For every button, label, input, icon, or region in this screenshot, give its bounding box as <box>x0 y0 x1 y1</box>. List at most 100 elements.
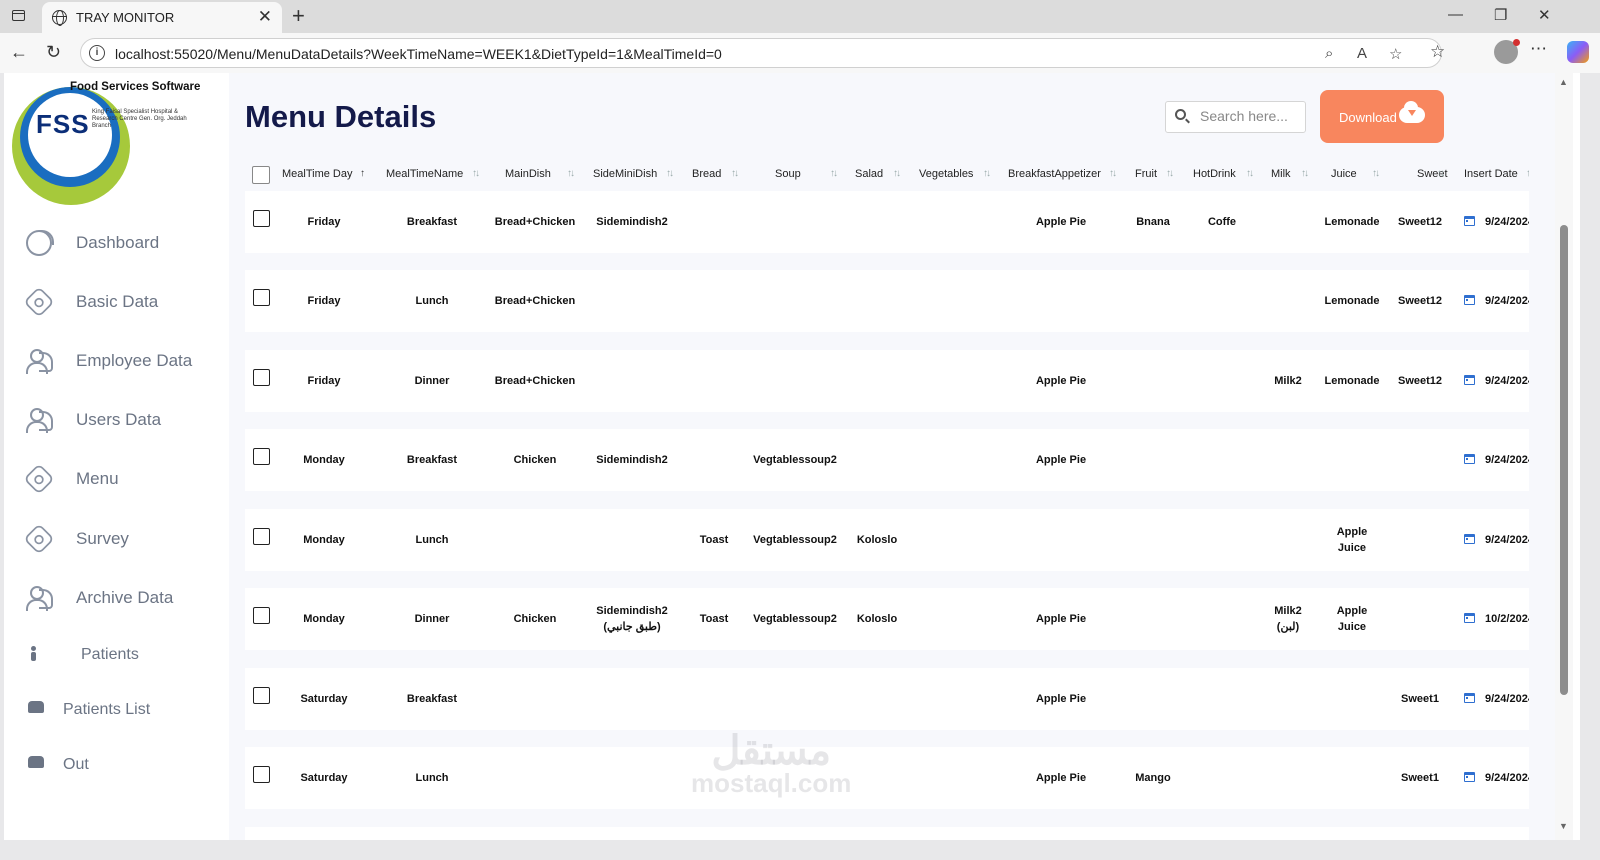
column-header-milk[interactable]: Milk <box>1271 168 1291 180</box>
calendar-icon <box>1464 613 1475 623</box>
sidebar-item-label: Users Data <box>76 410 162 429</box>
back-icon[interactable]: ← <box>10 42 28 63</box>
scroll-up-icon[interactable]: ▲ <box>1559 77 1568 87</box>
row-checkbox[interactable] <box>253 607 270 624</box>
select-all-checkbox[interactable] <box>252 166 270 184</box>
sidebar-item-dashboard[interactable]: Dashboard <box>26 228 226 258</box>
sidebar-item-survey[interactable]: Survey <box>23 523 226 555</box>
column-header-appetizer[interactable]: BreakfastAppetizer <box>1008 168 1101 180</box>
search-icon <box>1175 109 1186 120</box>
sidebar-item-archive-data[interactable]: Archive Data <box>26 583 226 613</box>
tab-actions-icon[interactable] <box>8 6 30 26</box>
watermark-arabic: مستقل <box>711 729 832 773</box>
column-header-bread[interactable]: Bread <box>692 168 721 180</box>
table-row[interactable]: Saturday Breakfast Apple Pie Sweet1 9/24/202… <box>245 668 1529 730</box>
cell-app: Apple Pie <box>1035 693 1087 705</box>
cell-insert-date: 9/24/2024 <box>1485 295 1529 307</box>
download-button[interactable]: Download <box>1320 90 1444 143</box>
sort-icon[interactable]: ↑↓ <box>830 168 838 179</box>
sort-icon[interactable]: ↑↓ <box>567 168 575 179</box>
cell-side: Sidemindish2 <box>596 216 668 228</box>
copilot-icon[interactable] <box>1567 41 1589 63</box>
table-row[interactable]: Friday Breakfast Bread+Chicken Sidemindish2… <box>245 191 1529 253</box>
more-options-icon[interactable]: ⋯ <box>1530 39 1547 59</box>
column-header-soup[interactable]: Soup <box>775 168 801 180</box>
sidebar-item-patients-list[interactable]: Patients List <box>26 695 226 725</box>
sort-icon[interactable]: ↑↓ <box>983 168 991 179</box>
column-header-salad[interactable]: Salad <box>855 168 883 180</box>
sidebar-item-label: Patients <box>81 646 139 663</box>
reload-icon[interactable]: ↻ <box>46 42 61 63</box>
table-row[interactable]: Monday Dinner Chicken Sidemindish2 (طبق جانب… <box>245 588 1529 650</box>
column-header-hot-drink[interactable]: HotDrink <box>1193 168 1236 180</box>
column-header-side-dish[interactable]: SideMiniDish <box>593 168 657 180</box>
sidebar-item-menu[interactable]: Menu <box>23 463 226 495</box>
table-row[interactable]: Monday Breakfast Chicken Sidemindish2 Vegtab… <box>245 429 1529 491</box>
main-content: Menu Details Download MealTime Day ↑ Mea… <box>229 73 1555 840</box>
row-checkbox[interactable] <box>253 289 270 306</box>
cell-side: Sidemindish2 <box>596 454 668 466</box>
row-checkbox[interactable] <box>253 766 270 783</box>
sort-icon[interactable]: ↑↓ <box>1372 168 1380 179</box>
row-checkbox[interactable] <box>253 448 270 465</box>
vertical-scrollbar[interactable]: ▲ ▼ <box>1555 73 1573 840</box>
row-checkbox[interactable] <box>253 369 270 386</box>
cell-meal: Lunch <box>415 295 449 307</box>
favorites-icon[interactable]: ☆ <box>1430 42 1445 62</box>
column-header-fruit[interactable]: Fruit <box>1135 168 1157 180</box>
site-info-icon[interactable]: i <box>89 45 105 61</box>
search-box[interactable] <box>1165 101 1306 133</box>
row-checkbox[interactable] <box>253 528 270 545</box>
close-window-icon[interactable]: ✕ <box>1538 6 1551 24</box>
sort-icon[interactable]: ↑ <box>360 168 365 179</box>
search-input[interactable] <box>1200 108 1300 124</box>
cell-insert-date: 9/24/2024 <box>1485 534 1529 546</box>
person-icon <box>28 646 42 662</box>
table-row[interactable] <box>245 827 1529 840</box>
restore-icon[interactable]: ❐ <box>1494 6 1507 24</box>
sidebar-item-patients[interactable]: Patients <box>26 640 226 670</box>
sidebar-item-basic-data[interactable]: Basic Data <box>23 286 226 318</box>
cell-juice: Apple Juice <box>1336 526 1368 554</box>
sort-icon[interactable]: ↑↓ <box>1109 168 1117 179</box>
sort-icon[interactable]: ↑↓ <box>1166 168 1174 179</box>
cell-day: Monday <box>303 534 345 546</box>
cell-meal: Breakfast <box>406 216 458 228</box>
zoom-icon[interactable]: ⌕ <box>1325 45 1333 62</box>
table-row[interactable]: Monday Lunch Toast Vegtablessoup2 Koloslo App… <box>245 509 1529 571</box>
sort-icon[interactable]: ↑↓ <box>893 168 901 179</box>
sidebar-item-users-data[interactable]: Users Data <box>26 405 226 435</box>
cell-day: Saturday <box>300 693 348 705</box>
sort-icon[interactable]: ↑↓ <box>1301 168 1309 179</box>
bed-icon <box>28 756 44 768</box>
new-tab-icon[interactable]: + <box>292 3 305 29</box>
column-header-main-dish[interactable]: MainDish <box>505 168 551 180</box>
sort-icon[interactable]: ↑↓ <box>666 168 674 179</box>
row-checkbox[interactable] <box>253 687 270 704</box>
column-header-vegetables[interactable]: Vegetables <box>919 168 973 180</box>
profile-avatar[interactable] <box>1494 39 1520 64</box>
read-aloud-icon[interactable]: A <box>1357 45 1367 62</box>
sort-icon[interactable]: ↑↓ <box>731 168 739 179</box>
column-header-insert-date[interactable]: Insert Date <box>1464 168 1518 180</box>
table-row[interactable]: Saturday Lunch Apple Pie Mango Sweet1 9/24/20… <box>245 747 1529 809</box>
minimize-icon[interactable]: — <box>1448 6 1463 23</box>
sort-icon[interactable]: ↑↓ <box>1437 168 1445 179</box>
row-checkbox[interactable] <box>253 210 270 227</box>
close-tab-icon[interactable]: ✕ <box>258 7 272 27</box>
sidebar-item-out[interactable]: Out <box>26 750 226 780</box>
sort-icon[interactable]: ↑↓ <box>472 168 480 179</box>
sort-icon[interactable]: ↑↓ <box>1246 168 1254 179</box>
browser-tab[interactable]: TRAY MONITOR ✕ <box>42 2 282 33</box>
table-row[interactable]: Friday Lunch Bread+Chicken Lemonade Sweet12 9… <box>245 270 1529 332</box>
favorite-star-icon[interactable]: ☆ <box>1389 45 1402 63</box>
column-header-juice[interactable]: Juice <box>1331 168 1357 180</box>
column-header-day[interactable]: MealTime Day <box>282 168 353 180</box>
scrollbar-thumb[interactable] <box>1560 225 1568 695</box>
sidebar-item-employee-data[interactable]: Employee Data <box>26 346 226 376</box>
column-header-meal[interactable]: MealTimeName <box>386 168 463 180</box>
table-row[interactable]: Friday Dinner Bread+Chicken Apple Pie Milk2 L… <box>245 350 1529 412</box>
address-bar[interactable]: i localhost:55020/Menu/MenuDataDetails?W… <box>80 38 1442 68</box>
sort-icon[interactable]: ↑↓ <box>1526 168 1529 179</box>
scroll-down-icon[interactable]: ▼ <box>1559 821 1568 831</box>
